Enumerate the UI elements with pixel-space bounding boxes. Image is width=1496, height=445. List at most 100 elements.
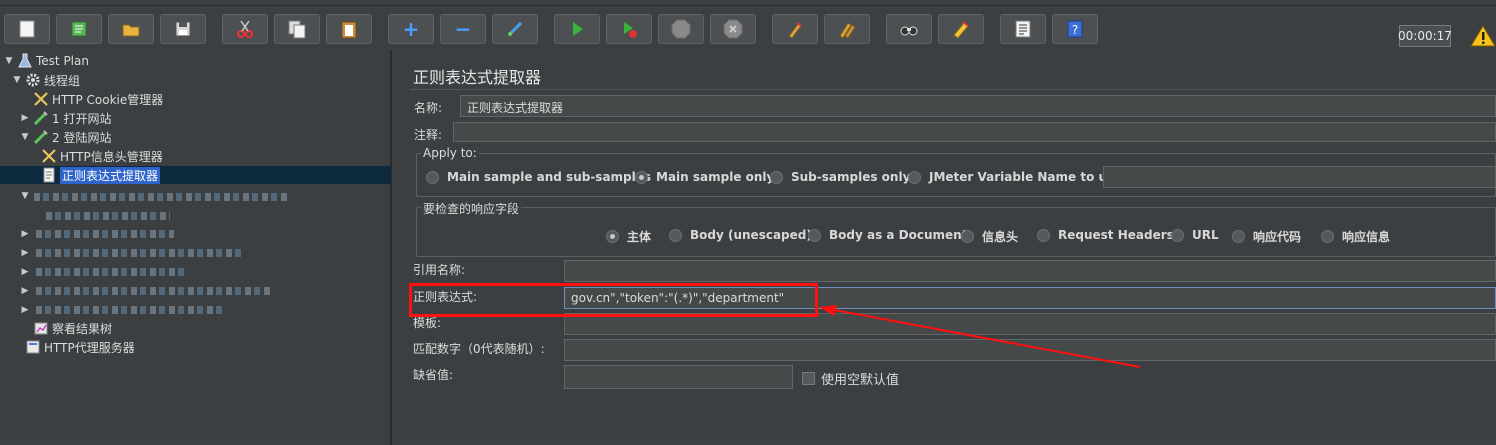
- tree-node-label: 2 登陆网站: [52, 130, 112, 145]
- shutdown-icon: [723, 19, 743, 39]
- obscured-text: [36, 306, 224, 314]
- tree-node-sampler-2[interactable]: ▼ 2 登陆网站: [20, 128, 111, 146]
- tree-node-test-plan[interactable]: ▼ Test Plan: [4, 52, 89, 70]
- help-button[interactable]: ?: [1052, 14, 1098, 44]
- cut-button[interactable]: [222, 14, 268, 44]
- tree-node-sampler-1[interactable]: ▶ 1 打开网站: [20, 109, 111, 127]
- radio-dot-selected[interactable]: [606, 230, 619, 243]
- start-button[interactable]: [554, 14, 600, 44]
- comment-field[interactable]: [453, 122, 1496, 142]
- reset-search-button[interactable]: [938, 14, 984, 44]
- shutdown-button[interactable]: [710, 14, 756, 44]
- tree-node-cookie-manager[interactable]: HTTP Cookie管理器: [33, 90, 163, 108]
- radio-label: URL: [1192, 228, 1219, 242]
- collapse-arrow-icon[interactable]: ▼: [12, 75, 22, 85]
- cut-icon: [237, 20, 253, 38]
- templates-button[interactable]: [56, 14, 102, 44]
- copy-button[interactable]: [274, 14, 320, 44]
- expand-arrow-icon[interactable]: ▶: [20, 248, 30, 258]
- radio-dot[interactable]: [1171, 228, 1184, 242]
- tree-node-thread-group[interactable]: ▼ 线程组: [12, 71, 80, 89]
- radio-main-only[interactable]: Main sample only: [635, 170, 774, 184]
- tree-node-obscured[interactable]: ▶: [20, 282, 33, 300]
- radio-sub-only[interactable]: Sub-samples only: [770, 170, 910, 184]
- expand-arrow-icon[interactable]: ▶: [20, 113, 30, 123]
- radio-dot[interactable]: [669, 228, 682, 242]
- start-no-pause-icon: [624, 22, 637, 38]
- expand-arrow-icon[interactable]: ▶: [20, 267, 30, 277]
- tree-node-header-manager[interactable]: HTTP信息头管理器: [41, 147, 163, 165]
- tree-node-obscured[interactable]: ▼: [20, 187, 33, 205]
- radio-headers[interactable]: 信息头: [961, 228, 1018, 245]
- expand-arrow-icon[interactable]: ▶: [20, 229, 30, 239]
- tree-node-obscured[interactable]: ▶: [20, 301, 33, 319]
- collapse-arrow-icon[interactable]: ▼: [20, 191, 30, 201]
- tree-node-regex-extractor[interactable]: 正则表达式提取器: [41, 166, 161, 184]
- obscured-text: [34, 193, 289, 201]
- radio-dot[interactable]: [426, 170, 439, 184]
- clear-button[interactable]: [772, 14, 818, 44]
- reset-search-icon: [953, 21, 969, 39]
- default-value-field[interactable]: [564, 365, 793, 389]
- radio-response-message[interactable]: 响应信息: [1321, 228, 1390, 245]
- radio-variable-name[interactable]: JMeter Variable Name to use: [908, 170, 1122, 184]
- paste-button[interactable]: [326, 14, 372, 44]
- radio-label: Sub-samples only: [791, 170, 911, 184]
- toggle-button[interactable]: [492, 14, 538, 44]
- radio-label: Body as a Document: [829, 228, 968, 242]
- warning-icon[interactable]: [1470, 24, 1496, 48]
- tree-node-obscured[interactable]: ▶: [20, 225, 33, 243]
- collapse-arrow-icon[interactable]: ▼: [4, 56, 14, 66]
- radio-response-code[interactable]: 响应代码: [1232, 228, 1301, 245]
- expand-button[interactable]: +: [388, 14, 434, 44]
- checkbox-box[interactable]: [802, 372, 815, 385]
- expand-icon: +: [402, 17, 420, 41]
- name-field[interactable]: 正则表达式提取器: [460, 95, 1496, 117]
- search-button[interactable]: [886, 14, 932, 44]
- radio-body-unescaped[interactable]: Body (unescaped): [669, 228, 812, 242]
- expand-arrow-icon[interactable]: ▶: [20, 286, 30, 296]
- radio-dot[interactable]: [770, 170, 783, 184]
- tree-node-proxy-server[interactable]: HTTP代理服务器: [25, 338, 135, 356]
- jmeter-variable-field[interactable]: [1103, 166, 1496, 188]
- radio-dot[interactable]: [1232, 230, 1245, 243]
- expand-arrow-icon[interactable]: ▶: [20, 305, 30, 315]
- annotation-arrow: [819, 305, 1141, 368]
- collapse-button[interactable]: −: [440, 14, 486, 44]
- tree-node-obscured[interactable]: ▶: [20, 263, 33, 281]
- radio-dot[interactable]: [961, 230, 974, 243]
- split-pane-divider[interactable]: [391, 50, 402, 445]
- radio-label: Main sample only: [656, 170, 775, 184]
- radio-request-headers[interactable]: Request Headers: [1037, 228, 1174, 242]
- radio-body-as-document[interactable]: Body as a Document: [808, 228, 967, 242]
- help-icon: ?: [1067, 20, 1083, 38]
- radio-dot[interactable]: [808, 228, 821, 242]
- radio-dot[interactable]: [908, 170, 921, 184]
- radio-label: 主体: [627, 230, 652, 244]
- start-icon: [573, 22, 583, 36]
- tree-node-obscured[interactable]: ▶: [20, 244, 33, 262]
- stop-button[interactable]: [658, 14, 704, 44]
- radio-dot-selected[interactable]: [635, 170, 648, 184]
- pipette-icon: [33, 110, 49, 126]
- radio-url[interactable]: URL: [1171, 228, 1219, 242]
- new-button[interactable]: [4, 14, 50, 44]
- clear-all-button[interactable]: [824, 14, 870, 44]
- radio-body[interactable]: 主体: [606, 228, 651, 245]
- radio-label: 信息头: [982, 230, 1019, 244]
- name-label: 名称:: [414, 101, 443, 115]
- reference-name-field[interactable]: [564, 260, 1496, 282]
- tree-node-results-tree[interactable]: 察看结果树: [33, 319, 112, 337]
- start-no-pause-button[interactable]: [606, 14, 652, 44]
- test-plan-tree: ▼ Test Plan ▼ 线程组 HTTP Cookie管理器 ▶ 1 打开网…: [0, 50, 391, 445]
- radio-dot[interactable]: [1037, 228, 1050, 242]
- radio-main-and-sub[interactable]: Main sample and sub-samples: [426, 170, 651, 184]
- obscured-text: [36, 230, 174, 238]
- collapse-arrow-icon[interactable]: ▼: [20, 132, 30, 142]
- radio-dot[interactable]: [1321, 230, 1334, 243]
- function-helper-button[interactable]: [1000, 14, 1046, 44]
- save-button[interactable]: [160, 14, 206, 44]
- open-button[interactable]: [108, 14, 154, 44]
- radio-label: Main sample and sub-samples: [447, 170, 652, 184]
- radio-label: 响应信息: [1342, 230, 1391, 244]
